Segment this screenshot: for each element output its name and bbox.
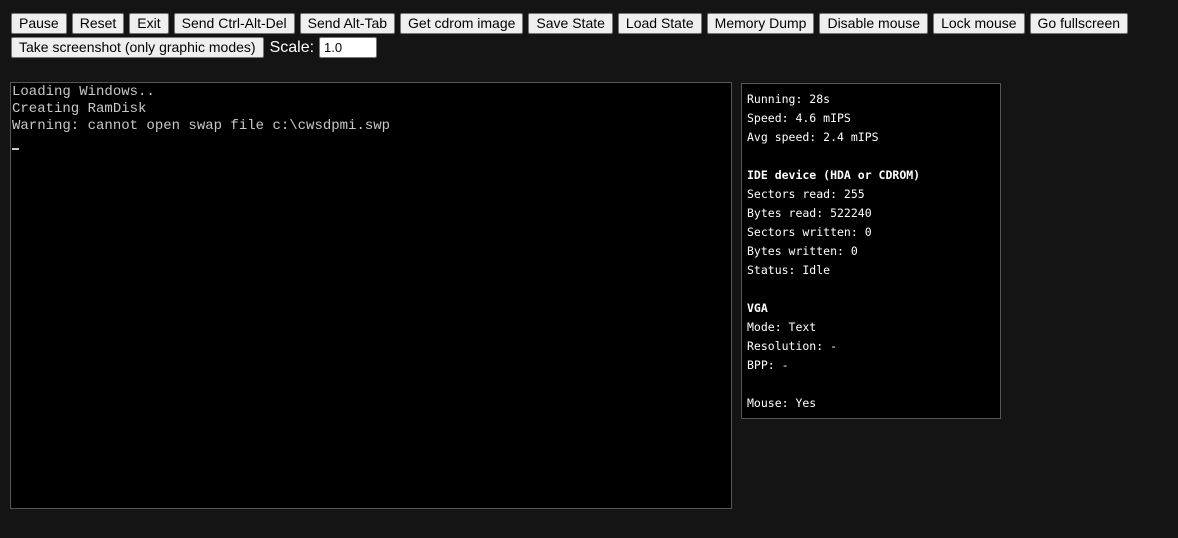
save-state-button[interactable]: Save State	[528, 13, 613, 34]
toolbar-row-1: Pause Reset Exit Send Ctrl-Alt-Del Send Alt-…	[11, 13, 1171, 34]
info-panel: Running: 28s Speed: 4.6 mIPS Avg speed: …	[741, 83, 1001, 419]
reset-button[interactable]: Reset	[71, 13, 125, 34]
screen-line: Creating RamDisk	[12, 101, 147, 117]
load-state-button[interactable]: Load State	[617, 13, 702, 34]
go-fullscreen-button[interactable]: Go fullscreen	[1029, 13, 1129, 34]
bytes-written-stat: Bytes written: 0	[747, 244, 858, 258]
screen-line: Loading Windows..	[12, 84, 155, 100]
send-ctrl-alt-del-button[interactable]: Send Ctrl-Alt-Del	[173, 13, 295, 34]
bytes-read-stat: Bytes read: 522240	[747, 206, 872, 220]
emulator-screen[interactable]: Loading Windows.. Creating RamDisk Warni…	[10, 82, 732, 509]
scale-label: Scale:	[269, 38, 315, 56]
sectors-read-stat: Sectors read: 255	[747, 187, 865, 201]
sectors-written-stat: Sectors written: 0	[747, 225, 872, 239]
disable-mouse-button[interactable]: Disable mouse	[819, 13, 929, 34]
speed-stat: Speed: 4.6 mIPS	[747, 111, 851, 125]
screen-cursor-line	[12, 135, 731, 152]
mouse-stat: Mouse: Yes	[747, 396, 817, 410]
memory-dump-button[interactable]: Memory Dump	[706, 13, 815, 34]
text-cursor	[12, 148, 19, 150]
send-alt-tab-button[interactable]: Send Alt-Tab	[299, 13, 396, 34]
ide-header: IDE device (HDA or CDROM)	[747, 168, 921, 182]
pause-button[interactable]: Pause	[11, 13, 67, 34]
vga-header: VGA	[747, 301, 768, 315]
exit-button[interactable]: Exit	[129, 13, 169, 34]
lock-mouse-button[interactable]: Lock mouse	[933, 13, 1025, 34]
toolbar: Pause Reset Exit Send Ctrl-Alt-Del Send Alt-…	[11, 13, 1171, 61]
ide-status-stat: Status: Idle	[747, 263, 831, 277]
vga-bpp-stat: BPP: -	[747, 358, 789, 372]
take-screenshot-button[interactable]: Take screenshot (only graphic modes)	[11, 37, 264, 58]
avg-speed-stat: Avg speed: 2.4 mIPS	[747, 130, 879, 144]
toolbar-row-2: Take screenshot (only graphic modes) Sca…	[11, 37, 1171, 58]
vga-resolution-stat: Resolution: -	[747, 339, 838, 353]
scale-input[interactable]	[319, 37, 378, 58]
running-stat: Running: 28s	[747, 92, 831, 106]
screen-line: Warning: cannot open swap file c:\cwsdpm…	[12, 118, 391, 134]
get-cdrom-image-button[interactable]: Get cdrom image	[400, 13, 524, 34]
vga-mode-stat: Mode: Text	[747, 320, 817, 334]
